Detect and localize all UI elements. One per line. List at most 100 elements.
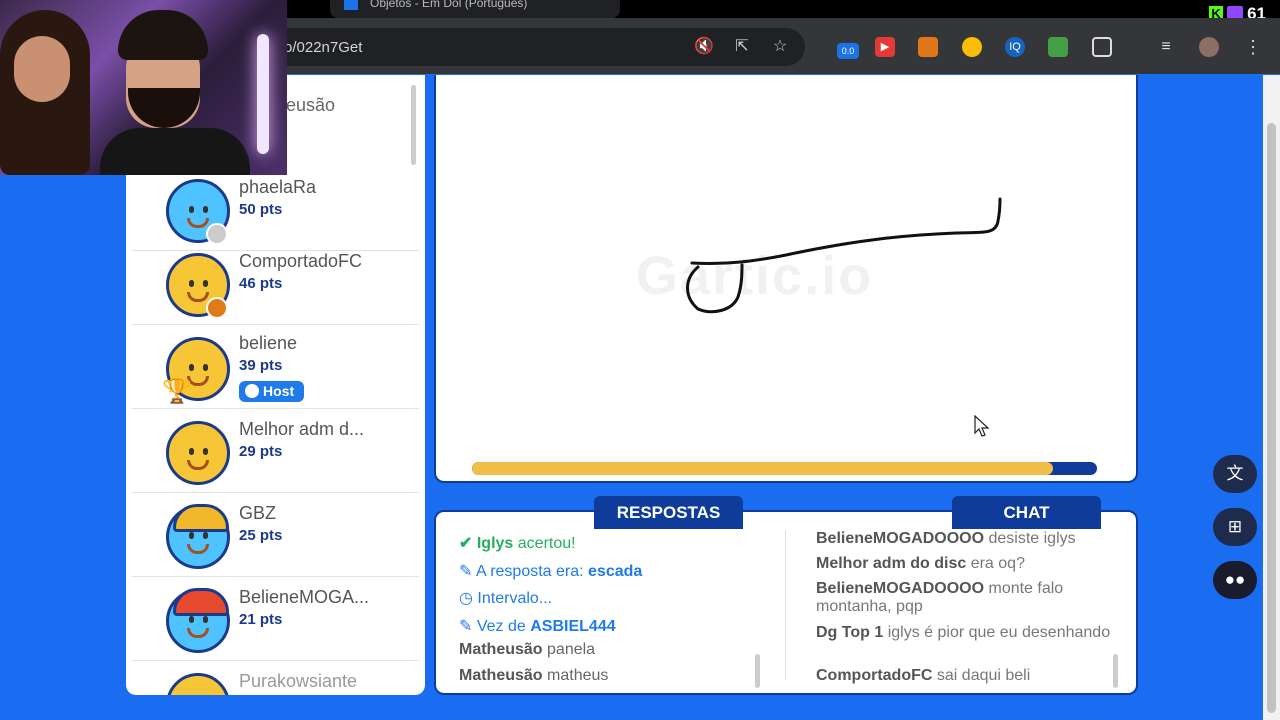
answer-turn-prefix: Vez de [476, 618, 526, 635]
tab-title: Objetos - Em Dol (Português) [370, 0, 528, 10]
webcam-overlay [0, 0, 287, 175]
metamask-fox-icon[interactable] [918, 37, 938, 57]
screenshot-extension-icon[interactable] [1048, 37, 1068, 57]
mute-tab-icon[interactable]: 🔇 [694, 37, 714, 57]
install-app-icon[interactable]: ⇱ [732, 37, 752, 57]
answer-guess-line: Matheusão panela [459, 641, 595, 659]
player-points: 39 pts [239, 357, 283, 374]
player-points: 50 pts [239, 201, 283, 218]
answers-scrollbar[interactable] [755, 654, 760, 688]
answer-reveal-prefix: A resposta era: [475, 563, 584, 580]
player-avatar [166, 588, 230, 653]
bookmark-star-icon[interactable]: ☆ [770, 37, 790, 57]
answer-interval-text: Intervalo... [477, 590, 553, 607]
guess-user: Matheusão [459, 667, 543, 684]
host-icon [245, 384, 259, 398]
player-row: Melhor adm d... 29 pts [132, 409, 419, 493]
chat-message: BelieneMOGADOOOO monte falo montanha, pq… [816, 580, 1116, 616]
address-bar[interactable]: o/022n7Get 🔇 ⇱ ☆ [260, 28, 805, 66]
chat-user: Melhor adm do disc [816, 555, 967, 572]
drawing-canvas[interactable]: Gartic.io [434, 75, 1138, 483]
status-dot-icon [206, 297, 228, 319]
page-scrollbar-thumb[interactable] [1267, 123, 1276, 713]
chat-message: Dg Top 1 iglys é pior que eu desenhando [816, 624, 1116, 642]
scoreboard-scrollbar[interactable] [411, 85, 416, 165]
answer-reveal-line: ✎ A resposta era: escada [459, 561, 642, 581]
extension-badge-icon[interactable]: 0.0 [837, 43, 859, 59]
chat-text: iglys é pior que eu desenhando [887, 624, 1111, 641]
streamer-right [100, 10, 250, 175]
apps-grid-button[interactable]: ⊞ [1213, 508, 1257, 546]
browser-menu-icon[interactable]: ⋮ [1243, 37, 1263, 57]
round-timer-fill [472, 462, 1054, 475]
mouse-cursor-icon [974, 415, 990, 437]
answer-correct-text: acertou! [517, 535, 576, 552]
profile-avatar-icon[interactable] [1199, 37, 1219, 57]
answer-turn-user: ASBIEL444 [530, 618, 616, 635]
player-name: GBZ [239, 503, 277, 523]
player-row: BelieneMOGA... 21 pts [132, 577, 419, 661]
player-name-partial: eusão [286, 95, 336, 115]
player-name: ComportadoFC [239, 251, 363, 271]
guess-text: matheus [547, 667, 609, 684]
chat-user: BelieneMOGADOOOO [816, 530, 985, 547]
player-row: GBZ 25 pts [132, 493, 419, 577]
iq-extension-icon[interactable]: IQ [1005, 37, 1025, 57]
chat-header[interactable]: CHAT [952, 496, 1101, 529]
player-row: ComportadoFC 46 pts [132, 241, 419, 325]
guess-text: panela [547, 641, 596, 658]
player-avatar [166, 504, 230, 569]
player-points: 21 pts [239, 611, 283, 628]
answer-reveal-word: escada [588, 563, 643, 580]
guess-user: Matheusão [459, 641, 543, 658]
streamer-left-face [14, 36, 70, 102]
chat-message: ComportadoFC sai daqui beli [816, 667, 1116, 685]
answer-correct-line: ✔ Iglys acertou! [459, 533, 576, 553]
chat-text: desiste iglys [988, 530, 1076, 547]
browser-tab[interactable]: Objetos - Em Dol (Português) [330, 0, 620, 18]
pencil-icon: ✎ [459, 618, 473, 635]
player-name: Melhor adm d... [239, 419, 365, 439]
background-light [257, 34, 269, 154]
player-points: 25 pts [239, 527, 283, 544]
player-row: phaelaRa 50 pts [132, 167, 419, 251]
player-row: Purakowsiante [132, 661, 419, 695]
grid-icon: ⊞ [1227, 517, 1243, 536]
player-avatar [166, 421, 230, 485]
panel-divider [785, 530, 786, 680]
answer-correct-user: Iglys [476, 535, 514, 552]
page-scrollbar[interactable] [1263, 75, 1280, 720]
chat-message: BelieneMOGADOOOO desiste iglys [816, 530, 1116, 547]
answer-turn-line: ✎ Vez de ASBIEL444 [459, 616, 616, 636]
round-timer-bar [472, 462, 1097, 475]
mascot-button[interactable]: ●● [1213, 561, 1257, 599]
chat-scrollbar[interactable] [1113, 654, 1118, 688]
pencil-icon: ✎ [459, 563, 473, 580]
answer-interval-line: ◷ Intervalo... [459, 588, 552, 608]
player-row: 🏆 beliene 39 pts Host [132, 325, 419, 409]
video-downloader-icon[interactable]: ▶ [875, 37, 895, 57]
translate-button[interactable]: 文 [1213, 455, 1257, 493]
extensions-puzzle-icon[interactable] [1092, 37, 1112, 57]
host-badge: Host [239, 381, 305, 402]
chat-user: ComportadoFC [816, 667, 933, 684]
address-url: o/022n7Get [284, 39, 363, 56]
drawing-strokes [686, 197, 1002, 314]
translate-icon: 文 [1226, 464, 1244, 483]
check-icon: ✔ [459, 535, 473, 552]
player-name: BelieneMOGA... [239, 587, 370, 607]
player-name: phaelaRa [239, 177, 317, 197]
color-picker-icon[interactable] [962, 37, 982, 57]
trophy-icon: 🏆 [162, 378, 192, 405]
media-control-icon[interactable]: ≡ [1156, 37, 1176, 57]
player-points: 29 pts [239, 443, 283, 460]
chat-user: Dg Top 1 [816, 624, 884, 641]
mascot-face-icon: ●● [1224, 570, 1246, 589]
player-name: beliene [239, 333, 298, 353]
chat-user: BelieneMOGADOOOO [816, 580, 985, 597]
player-points: 46 pts [239, 275, 283, 292]
chat-text: era oq? [970, 555, 1025, 572]
answers-header[interactable]: RESPOSTAS [594, 496, 743, 529]
chat-message: Melhor adm do disc era oq? [816, 555, 1116, 573]
answer-guess-line: Matheusão matheus [459, 667, 608, 685]
